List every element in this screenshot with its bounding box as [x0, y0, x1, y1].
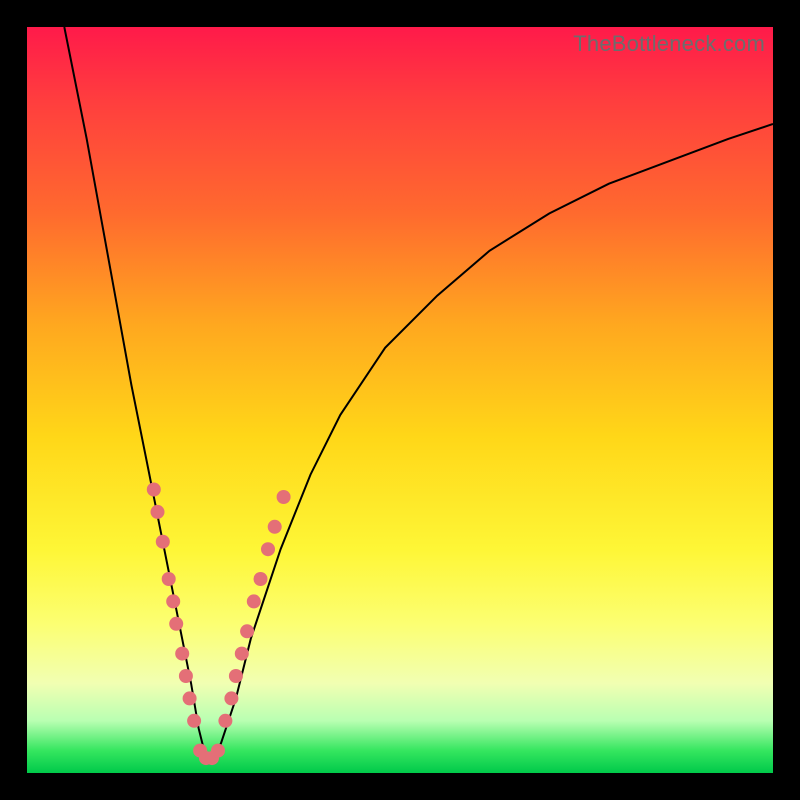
marker-dot: [162, 572, 176, 586]
marker-dots: [147, 483, 291, 766]
marker-dot: [147, 483, 161, 497]
marker-dot: [218, 714, 232, 728]
marker-dot: [169, 617, 183, 631]
marker-dot: [179, 669, 193, 683]
marker-dot: [211, 744, 225, 758]
marker-dot: [183, 691, 197, 705]
marker-dot: [151, 505, 165, 519]
marker-dot: [254, 572, 268, 586]
marker-dot: [175, 647, 189, 661]
marker-dot: [261, 542, 275, 556]
marker-dot: [268, 520, 282, 534]
bottleneck-curve: [64, 27, 773, 758]
marker-dot: [229, 669, 243, 683]
curve-group: [64, 27, 773, 758]
marker-dot: [240, 624, 254, 638]
chart-frame: TheBottleneck.com: [0, 0, 800, 800]
chart-svg: [27, 27, 773, 773]
marker-dot: [247, 594, 261, 608]
plot-area: TheBottleneck.com: [27, 27, 773, 773]
marker-dot: [235, 647, 249, 661]
marker-dot: [224, 691, 238, 705]
marker-dot: [187, 714, 201, 728]
marker-dot: [277, 490, 291, 504]
marker-dot: [156, 535, 170, 549]
marker-dot: [166, 594, 180, 608]
